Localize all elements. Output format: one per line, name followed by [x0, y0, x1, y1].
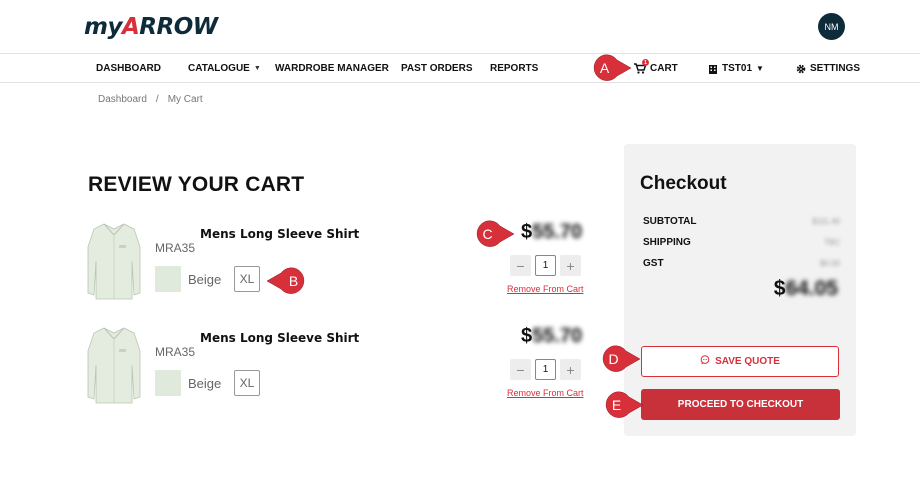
- proceed-to-checkout-button[interactable]: PROCEED TO CHECKOUT: [641, 389, 840, 420]
- nav-wardrobe-manager[interactable]: WARDROBE MANAGER: [275, 63, 389, 74]
- breadcrumb: Dashboard / My Cart: [98, 94, 203, 105]
- color-name: Beige: [188, 376, 222, 391]
- quantity-decrease-button[interactable]: −: [510, 359, 531, 380]
- price-currency: $: [521, 325, 533, 347]
- nav-cart-label: CART: [650, 63, 678, 74]
- shirt-image: [86, 221, 142, 301]
- callout-c: C: [473, 220, 515, 248]
- quantity-input[interactable]: 1: [535, 359, 556, 380]
- product-sku: MRA35: [155, 345, 196, 359]
- nav-settings-label: SETTINGS: [810, 63, 861, 74]
- cart-icon: 1: [634, 59, 649, 74]
- nav-wardrobe-label: WARDROBE MANAGER: [275, 63, 389, 74]
- remove-from-cart-link[interactable]: Remove From Cart: [507, 388, 584, 398]
- product-name[interactable]: Mens Long Sleeve Shirt: [200, 227, 359, 241]
- callout-d-label: D: [608, 351, 619, 367]
- nav-reports[interactable]: REPORTS: [490, 63, 538, 74]
- callout-e: E: [602, 391, 644, 419]
- color-name: Beige: [188, 272, 222, 287]
- item-price: $55.70: [521, 325, 582, 348]
- price-value-blurred: 55.70: [532, 325, 583, 347]
- checkout-title: Checkout: [640, 173, 727, 194]
- logo-suffix: RROW: [139, 14, 218, 40]
- callout-c-label: C: [482, 226, 493, 242]
- total-value-blurred: 64.05: [785, 277, 838, 300]
- breadcrumb-separator: /: [155, 94, 159, 105]
- color-swatch: [155, 266, 181, 292]
- cart-count-badge: 1: [642, 59, 649, 66]
- chevron-down-icon: ▼: [756, 64, 764, 73]
- nav-cart[interactable]: 1 CART: [634, 59, 678, 74]
- size-option[interactable]: XL: [234, 266, 260, 292]
- nav-reports-label: REPORTS: [490, 63, 539, 74]
- top-header: myARROW NM: [0, 0, 920, 54]
- subtotal-label: SUBTOTAL: [643, 216, 697, 227]
- save-quote-label: SAVE QUOTE: [715, 356, 780, 367]
- nav-store-selector[interactable]: TST01 ▼: [708, 63, 764, 74]
- nav-dashboard-label: DASHBOARD: [96, 63, 161, 74]
- product-sku: MRA35: [155, 241, 196, 255]
- logo-a: A: [121, 14, 140, 40]
- callout-a-label: A: [599, 60, 610, 76]
- item-price: $55.70: [521, 221, 582, 244]
- save-quote-button[interactable]: SAVE QUOTE: [641, 346, 839, 377]
- shipping-label: SHIPPING: [643, 237, 691, 248]
- total-currency: $: [773, 277, 786, 300]
- callout-e-label: E: [611, 397, 622, 413]
- callout-d: D: [599, 345, 641, 373]
- callout-b-label: B: [288, 273, 299, 289]
- page-title: REVIEW YOUR CART: [88, 173, 305, 196]
- quantity-increase-button[interactable]: +: [560, 255, 581, 276]
- nav-dashboard[interactable]: DASHBOARD: [96, 63, 161, 74]
- quantity-input[interactable]: 1: [535, 255, 556, 276]
- callout-a: A: [590, 54, 632, 82]
- shirt-image: [86, 325, 142, 405]
- gear-icon: [796, 64, 806, 74]
- quantity-stepper: − 1 +: [510, 255, 581, 276]
- user-avatar[interactable]: NM: [818, 13, 845, 40]
- nav-past-orders-label: PAST ORDERS: [401, 63, 473, 74]
- quantity-stepper: − 1 +: [510, 359, 581, 380]
- breadcrumb-dashboard[interactable]: Dashboard: [98, 94, 147, 105]
- main-nav: DASHBOARD CATALOGUE ▼ WARDROBE MANAGER P…: [0, 54, 920, 83]
- nav-settings[interactable]: SETTINGS: [796, 63, 860, 74]
- nav-catalogue-label: CATALOGUE: [188, 63, 250, 74]
- remove-from-cart-link[interactable]: Remove From Cart: [507, 284, 584, 294]
- chat-bubble-icon: [700, 355, 710, 368]
- nav-store-label: TST01: [722, 63, 753, 74]
- gst-value: $0.00: [819, 259, 840, 268]
- building-icon: [708, 64, 718, 74]
- order-total: $64.05: [774, 277, 838, 301]
- logo-prefix: my: [84, 14, 122, 40]
- quantity-increase-button[interactable]: +: [560, 359, 581, 380]
- color-swatch: [155, 370, 181, 396]
- quantity-decrease-button[interactable]: −: [510, 255, 531, 276]
- subtotal-value: $111.40: [812, 217, 840, 226]
- myarrow-logo[interactable]: myARROW: [84, 14, 218, 40]
- price-currency: $: [521, 221, 533, 243]
- cart-item: Mens Long Sleeve Shirt MRA35 Beige XL $5…: [84, 325, 584, 415]
- checkout-panel: Checkout SUBTOTAL $111.40 SHIPPING TBC G…: [624, 144, 856, 436]
- gst-label: GST: [643, 258, 664, 269]
- size-option[interactable]: XL: [234, 370, 260, 396]
- chevron-down-icon: ▼: [253, 65, 261, 72]
- nav-past-orders[interactable]: PAST ORDERS: [401, 63, 473, 74]
- shipping-value: TBC: [824, 238, 840, 247]
- price-value-blurred: 55.70: [532, 221, 583, 243]
- nav-catalogue[interactable]: CATALOGUE ▼: [188, 63, 261, 74]
- product-name[interactable]: Mens Long Sleeve Shirt: [200, 331, 359, 345]
- breadcrumb-current: My Cart: [167, 94, 203, 105]
